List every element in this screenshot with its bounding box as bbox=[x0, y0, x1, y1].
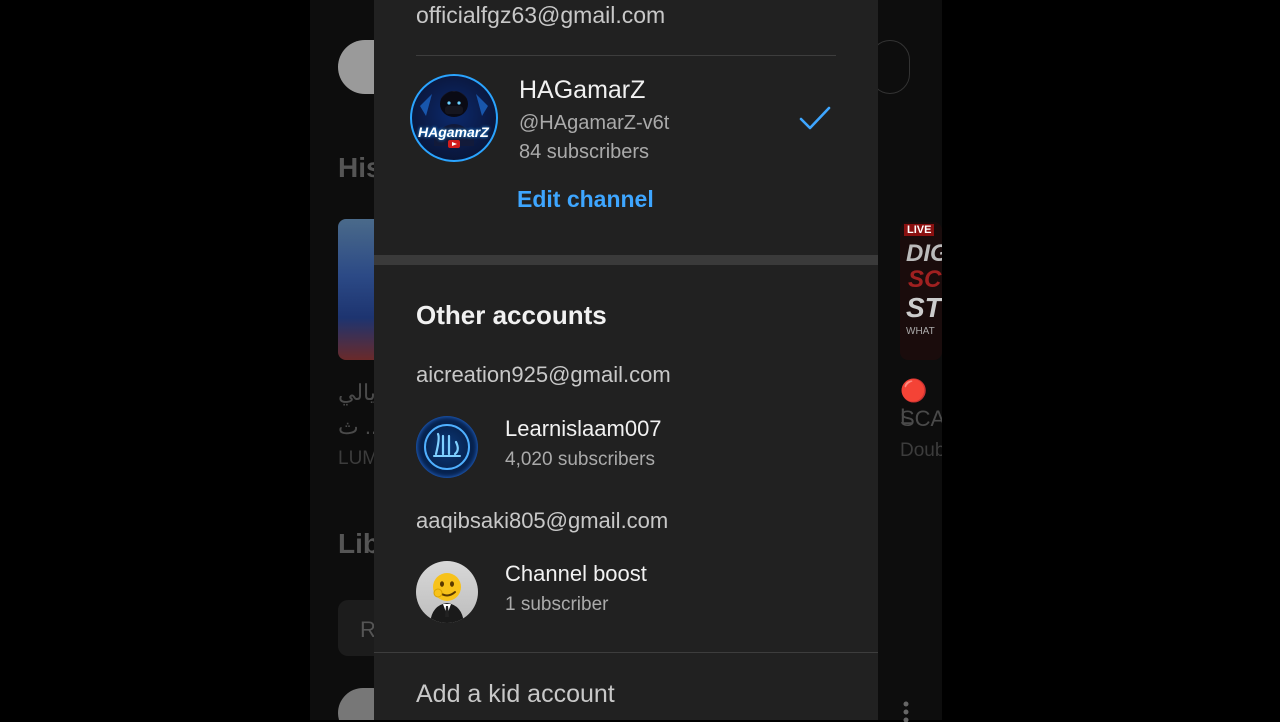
divider bbox=[416, 55, 836, 56]
account-subscribers: 1 subscriber bbox=[505, 594, 609, 616]
background-left-channel: LUM bbox=[338, 448, 378, 470]
background-right-thumbnail: LIVE DIG SC ST WHAT bbox=[900, 222, 942, 360]
channel-handle: @HAgamarZ-v6t bbox=[519, 112, 669, 135]
channel-avatar: HAgamarZ bbox=[410, 74, 498, 162]
allah-calligraphy-icon bbox=[416, 416, 478, 478]
other-accounts-heading: Other accounts bbox=[416, 300, 607, 331]
checkmark-icon bbox=[798, 104, 832, 132]
account-row-channel-boost[interactable]: Channel boost 1 subscriber bbox=[374, 555, 878, 627]
divider bbox=[374, 652, 878, 653]
account-email: aicreation925@gmail.com bbox=[416, 362, 671, 388]
emoji-suit-icon bbox=[416, 561, 478, 623]
background-left-text-1: يالي bbox=[338, 380, 376, 406]
background-right-title-2: SCA bbox=[900, 406, 942, 432]
account-switcher-sheet: officialfgz63@gmail.com HAgamarZ HAGamar… bbox=[374, 0, 878, 720]
account-avatar bbox=[416, 416, 478, 478]
background-thumb-text-2: SC bbox=[908, 266, 941, 294]
background-live-badge: LIVE bbox=[904, 224, 934, 236]
current-account-email: officialfgz63@gmail.com bbox=[416, 2, 665, 29]
gamer-avatar-icon bbox=[412, 76, 496, 160]
account-row-learnislaam007[interactable]: Learnislaam007 4,020 subscribers bbox=[374, 410, 878, 482]
section-divider bbox=[374, 255, 878, 265]
background-thumb-text-3: ST bbox=[906, 292, 942, 324]
add-kid-account-button[interactable]: Add a kid account bbox=[416, 680, 615, 709]
channel-subscribers: 84 subscribers bbox=[519, 141, 649, 164]
background-thumb-text-1: DIG bbox=[906, 240, 942, 268]
background-right-channel: Doub bbox=[900, 440, 942, 462]
channel-name: HAGamarZ bbox=[519, 76, 645, 105]
account-subscribers: 4,020 subscribers bbox=[505, 449, 655, 471]
account-channel-name: Channel boost bbox=[505, 561, 647, 587]
account-avatar bbox=[416, 561, 478, 623]
background-thumb-text-4: WHAT bbox=[906, 326, 935, 337]
current-account-row[interactable]: HAgamarZ HAGamarZ @HAgamarZ-v6t 84 subsc… bbox=[374, 70, 878, 170]
avatar-logo-text: HAgamarZ bbox=[418, 124, 489, 140]
account-email: aaqibsaki805@gmail.com bbox=[416, 508, 668, 534]
account-channel-name: Learnislaam007 bbox=[505, 416, 662, 442]
edit-channel-link[interactable]: Edit channel bbox=[517, 186, 654, 213]
more-vertical-icon bbox=[900, 700, 912, 722]
